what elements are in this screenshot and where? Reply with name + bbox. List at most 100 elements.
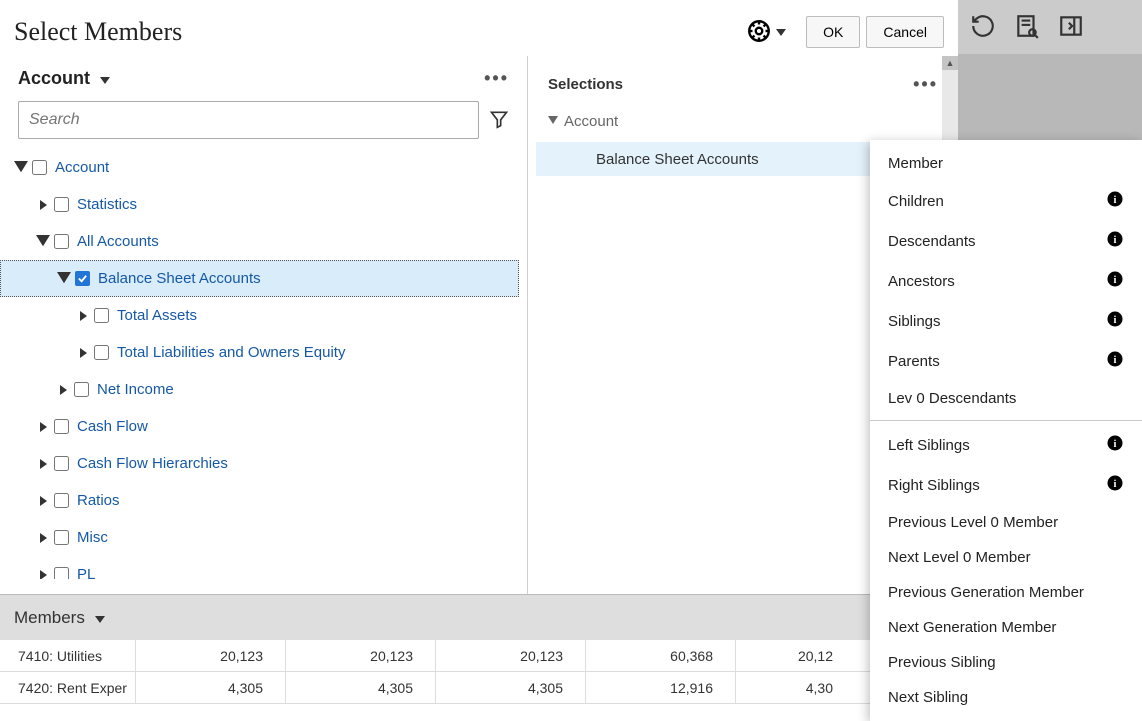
expand-icon[interactable] [36, 570, 50, 580]
tree-label[interactable]: Cash Flow [77, 418, 148, 435]
tree-node-balance-sheet[interactable]: Balance Sheet Accounts [0, 260, 519, 297]
members-dropdown-strip[interactable]: Members [0, 594, 958, 640]
context-menu-item[interactable]: Siblingsi [870, 301, 1142, 341]
expand-icon[interactable] [36, 459, 50, 469]
info-icon[interactable]: i [1106, 434, 1124, 456]
context-menu-item[interactable]: Descendantsi [870, 221, 1142, 261]
context-menu-label: Ancestors [888, 273, 955, 290]
tree-checkbox-checked[interactable] [75, 271, 90, 286]
tree-label[interactable]: Misc [77, 529, 108, 546]
search-doc-icon[interactable] [1014, 13, 1040, 42]
collapse-icon[interactable] [14, 161, 28, 175]
info-icon[interactable]: i [1106, 190, 1124, 212]
expand-icon[interactable] [56, 385, 70, 395]
filter-icon[interactable] [489, 109, 509, 132]
info-icon[interactable]: i [1106, 474, 1124, 496]
grid-cell: 4,30 [735, 672, 855, 703]
context-menu-item[interactable]: Previous Level 0 Member [870, 505, 1142, 540]
context-menu-label: Right Siblings [888, 477, 980, 494]
tree-label[interactable]: Cash Flow Hierarchies [77, 455, 228, 472]
collapse-icon[interactable] [548, 113, 558, 130]
tree-node-net-income[interactable]: Net Income [0, 371, 519, 408]
cancel-button[interactable]: Cancel [866, 16, 944, 48]
tree-label[interactable]: Total Liabilities and Owners Equity [117, 344, 345, 361]
tree-checkbox[interactable] [54, 419, 69, 434]
tree-checkbox[interactable] [54, 234, 69, 249]
refresh-icon[interactable] [970, 13, 996, 42]
tree-label[interactable]: Account [55, 159, 109, 176]
info-icon[interactable]: i [1106, 350, 1124, 372]
tree-checkbox[interactable] [54, 493, 69, 508]
context-menu-item[interactable]: Previous Generation Member [870, 575, 1142, 610]
expand-icon[interactable] [76, 311, 90, 321]
collapse-icon[interactable] [36, 235, 50, 249]
context-menu-item[interactable]: Left Siblingsi [870, 425, 1142, 465]
members-label: Members [14, 608, 85, 628]
search-input[interactable] [18, 101, 479, 139]
tree-node-misc[interactable]: Misc [0, 519, 519, 556]
context-menu-item[interactable]: Childreni [870, 181, 1142, 221]
context-menu-item[interactable]: Next Sibling [870, 680, 1142, 715]
tree-label[interactable]: Total Assets [117, 307, 197, 324]
grid-cell: 7420: Rent Exper [0, 680, 135, 696]
context-menu-item[interactable]: Next Level 0 Member [870, 540, 1142, 575]
dialog-title: Select Members [14, 17, 182, 47]
expand-icon[interactable] [76, 348, 90, 358]
expand-icon[interactable] [36, 496, 50, 506]
context-menu-label: Previous Sibling [888, 654, 996, 671]
tree-label[interactable]: Ratios [77, 492, 120, 509]
tree-checkbox[interactable] [74, 382, 89, 397]
more-actions-right[interactable]: ••• [913, 74, 938, 95]
tree-checkbox[interactable] [32, 160, 47, 175]
tree-node-total-liab[interactable]: Total Liabilities and Owners Equity [0, 334, 519, 371]
grid-cell: 20,123 [435, 640, 585, 671]
settings-dropdown[interactable] [746, 18, 786, 47]
context-menu-item[interactable]: Previous Sibling [870, 645, 1142, 680]
dimension-dropdown[interactable] [100, 71, 110, 87]
context-menu-item[interactable]: Ancestors i [870, 261, 1142, 301]
selection-root-label: Account [564, 113, 618, 130]
tree-checkbox[interactable] [54, 197, 69, 212]
info-icon[interactable]: i [1106, 310, 1124, 332]
tree-label[interactable]: All Accounts [77, 233, 159, 250]
tree-node-all-accounts[interactable]: All Accounts [0, 223, 519, 260]
panel-collapse-icon[interactable] [1058, 13, 1084, 42]
tree-node-total-assets[interactable]: Total Assets [0, 297, 519, 334]
tree-label[interactable]: Balance Sheet Accounts [98, 270, 261, 287]
ok-button[interactable]: OK [806, 16, 860, 48]
context-menu-item[interactable]: Parentsi [870, 341, 1142, 381]
tree-label[interactable]: PL [77, 566, 95, 579]
svg-text:i: i [1114, 439, 1117, 450]
context-menu-item[interactable]: Right Siblings i [870, 465, 1142, 505]
expand-icon[interactable] [36, 422, 50, 432]
tree-checkbox[interactable] [94, 345, 109, 360]
context-menu-label: Member [888, 155, 943, 172]
tree-node-cash-flow[interactable]: Cash Flow [0, 408, 519, 445]
more-actions-left[interactable]: ••• [484, 68, 509, 89]
context-menu-item[interactable]: Lev 0 Descendants [870, 381, 1142, 416]
selection-item-label: Balance Sheet Accounts [596, 151, 759, 168]
tree-label[interactable]: Net Income [97, 381, 174, 398]
svg-text:i: i [1114, 275, 1117, 286]
tree-node-statistics[interactable]: Statistics [0, 186, 519, 223]
background-data-grid: 7410: Utilities 20,123 20,123 20,123 60,… [0, 640, 958, 704]
context-menu-item[interactable]: Member [870, 146, 1142, 181]
expand-icon[interactable] [36, 200, 50, 210]
info-icon[interactable]: i [1106, 270, 1124, 292]
tree-checkbox[interactable] [94, 308, 109, 323]
scroll-up-icon[interactable]: ▲ [942, 56, 958, 70]
tree-node-pl[interactable]: PL [0, 556, 519, 579]
tree-checkbox[interactable] [54, 530, 69, 545]
tree-checkbox[interactable] [54, 456, 69, 471]
tree-node-account[interactable]: Account [0, 149, 519, 186]
grid-row: 7420: Rent Exper 4,305 4,305 4,305 12,91… [0, 672, 958, 704]
tree-node-ratios[interactable]: Ratios [0, 482, 519, 519]
tree-node-cash-flow-hier[interactable]: Cash Flow Hierarchies [0, 445, 519, 482]
expand-icon[interactable] [36, 533, 50, 543]
tree-label[interactable]: Statistics [77, 196, 137, 213]
context-menu-item[interactable]: Next Generation Member [870, 610, 1142, 645]
collapse-icon[interactable] [57, 272, 71, 286]
info-icon[interactable]: i [1106, 230, 1124, 252]
selection-root[interactable]: Account [536, 107, 950, 136]
tree-checkbox[interactable] [54, 567, 69, 579]
